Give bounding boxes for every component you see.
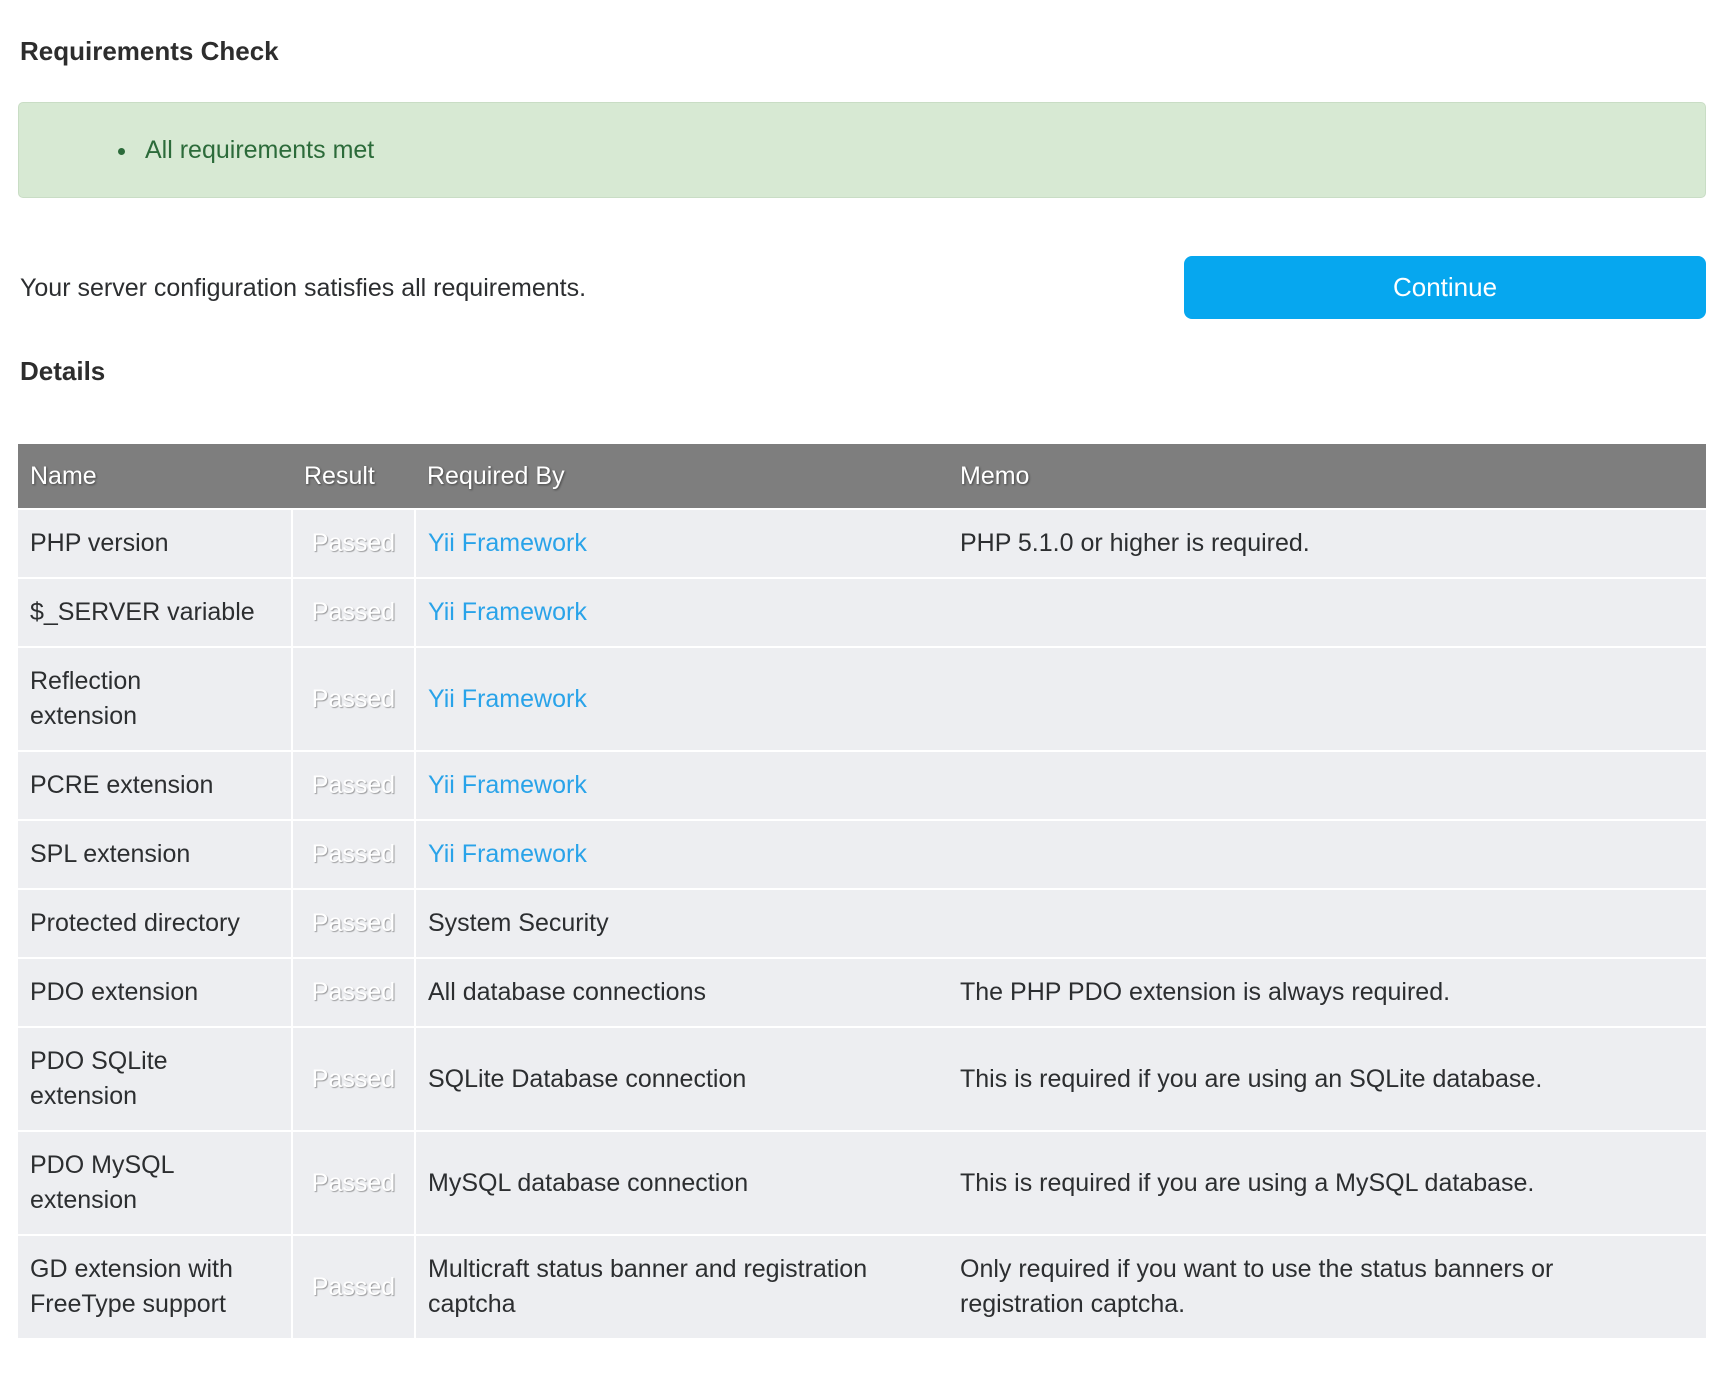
action-row: Your server configuration satisfies all … xyxy=(18,256,1706,319)
table-row: PDO SQLite extension Passed SQLite Databas… xyxy=(18,1027,1706,1131)
memo-cell: This is required if you are using a MySQ… xyxy=(948,1131,1706,1235)
memo-cell: PHP 5.1.0 or higher is required. xyxy=(948,509,1706,578)
memo-text: This is required if you are using a MySQ… xyxy=(960,1169,1534,1197)
required-by-cell: System Security xyxy=(415,889,948,958)
required-by-cell: Yii Framework xyxy=(415,509,948,578)
table-row: GD extension with FreeType support Passed… xyxy=(18,1235,1706,1339)
memo-text: PHP 5.1.0 or higher is required. xyxy=(960,529,1310,557)
requirement-name: PHP version xyxy=(30,529,169,557)
memo-text: Only required if you want to use the sta… xyxy=(960,1255,1553,1318)
page-title: Requirements Check xyxy=(20,36,1706,66)
required-by-text: System Security xyxy=(428,909,609,937)
name-cell: Reflection extension xyxy=(18,647,292,751)
requirements-table: Name Result Required By Memo PHP version… xyxy=(18,444,1706,1340)
table-row: SPL extension Passed Yii Framework xyxy=(18,820,1706,889)
required-by-cell: All database connections xyxy=(415,958,948,1027)
required-by-cell: Yii Framework xyxy=(415,820,948,889)
name-cell: PDO SQLite extension xyxy=(18,1027,292,1131)
table-row: PDO extension Passed All database connecti… xyxy=(18,958,1706,1027)
required-by-link[interactable]: Yii Framework xyxy=(428,529,587,557)
column-header-memo: Memo xyxy=(948,444,1706,509)
memo-cell xyxy=(948,889,1706,958)
requirement-name: GD extension with FreeType support xyxy=(30,1255,233,1318)
table-row: PDO MySQL extension Passed MySQL database … xyxy=(18,1131,1706,1235)
name-cell: PCRE extension xyxy=(18,751,292,820)
requirement-name: Reflection extension xyxy=(30,667,141,730)
required-by-cell: Multicraft status banner and registratio… xyxy=(415,1235,948,1339)
memo-text: The PHP PDO extension is always required… xyxy=(960,978,1450,1006)
success-alert: All requirements met xyxy=(18,102,1706,198)
column-header-name: Name xyxy=(18,444,292,509)
result-badge: Passed xyxy=(292,958,415,1027)
required-by-text: MySQL database connection xyxy=(428,1169,748,1197)
memo-cell: This is required if you are using an SQL… xyxy=(948,1027,1706,1131)
result-badge: Passed xyxy=(292,1131,415,1235)
required-by-cell: Yii Framework xyxy=(415,647,948,751)
table-row: $_SERVER variable Passed Yii Framework xyxy=(18,578,1706,647)
requirement-name: $_SERVER variable xyxy=(30,598,255,626)
alert-list: All requirements met xyxy=(39,135,1685,165)
name-cell: Protected directory xyxy=(18,889,292,958)
required-by-text: All database connections xyxy=(428,978,706,1006)
memo-cell: Only required if you want to use the sta… xyxy=(948,1235,1706,1339)
status-message: Your server configuration satisfies all … xyxy=(20,272,586,304)
required-by-text: Multicraft status banner and registratio… xyxy=(428,1255,867,1318)
required-by-link[interactable]: Yii Framework xyxy=(428,598,587,626)
table-row: PHP version Passed Yii Framework PHP 5.1.0 … xyxy=(18,509,1706,578)
details-title: Details xyxy=(20,356,1706,386)
result-badge: Passed xyxy=(292,509,415,578)
name-cell: PDO MySQL extension xyxy=(18,1131,292,1235)
requirement-name: PDO MySQL extension xyxy=(30,1151,174,1214)
continue-button[interactable]: Continue xyxy=(1184,256,1706,319)
required-by-cell: MySQL database connection xyxy=(415,1131,948,1235)
result-badge: Passed xyxy=(292,751,415,820)
requirement-name: PDO SQLite extension xyxy=(30,1047,168,1110)
memo-cell xyxy=(948,578,1706,647)
name-cell: SPL extension xyxy=(18,820,292,889)
table-header-row: Name Result Required By Memo xyxy=(18,444,1706,509)
required-by-link[interactable]: Yii Framework xyxy=(428,771,587,799)
required-by-cell: Yii Framework xyxy=(415,751,948,820)
result-badge: Passed xyxy=(292,578,415,647)
result-badge: Passed xyxy=(292,1027,415,1131)
name-cell: PDO extension xyxy=(18,958,292,1027)
requirement-name: SPL extension xyxy=(30,840,190,868)
result-badge: Passed xyxy=(292,820,415,889)
memo-cell xyxy=(948,751,1706,820)
name-cell: $_SERVER variable xyxy=(18,578,292,647)
memo-cell xyxy=(948,647,1706,751)
table-row: Reflection extension Passed Yii Framework xyxy=(18,647,1706,751)
alert-item: All requirements met xyxy=(139,135,1685,165)
name-cell: PHP version xyxy=(18,509,292,578)
required-by-text: SQLite Database connection xyxy=(428,1065,746,1093)
name-cell: GD extension with FreeType support xyxy=(18,1235,292,1339)
requirement-name: PCRE extension xyxy=(30,771,213,799)
memo-text: This is required if you are using an SQL… xyxy=(960,1065,1542,1093)
column-header-required-by: Required By xyxy=(415,444,948,509)
required-by-cell: Yii Framework xyxy=(415,578,948,647)
required-by-cell: SQLite Database connection xyxy=(415,1027,948,1131)
memo-cell: The PHP PDO extension is always required… xyxy=(948,958,1706,1027)
column-header-result: Result xyxy=(292,444,415,509)
requirement-name: PDO extension xyxy=(30,978,198,1006)
requirement-name: Protected directory xyxy=(30,909,240,937)
result-badge: Passed xyxy=(292,647,415,751)
result-badge: Passed xyxy=(292,1235,415,1339)
required-by-link[interactable]: Yii Framework xyxy=(428,685,587,713)
required-by-link[interactable]: Yii Framework xyxy=(428,840,587,868)
table-row: PCRE extension Passed Yii Framework xyxy=(18,751,1706,820)
result-badge: Passed xyxy=(292,889,415,958)
table-row: Protected directory Passed System Security xyxy=(18,889,1706,958)
memo-cell xyxy=(948,820,1706,889)
